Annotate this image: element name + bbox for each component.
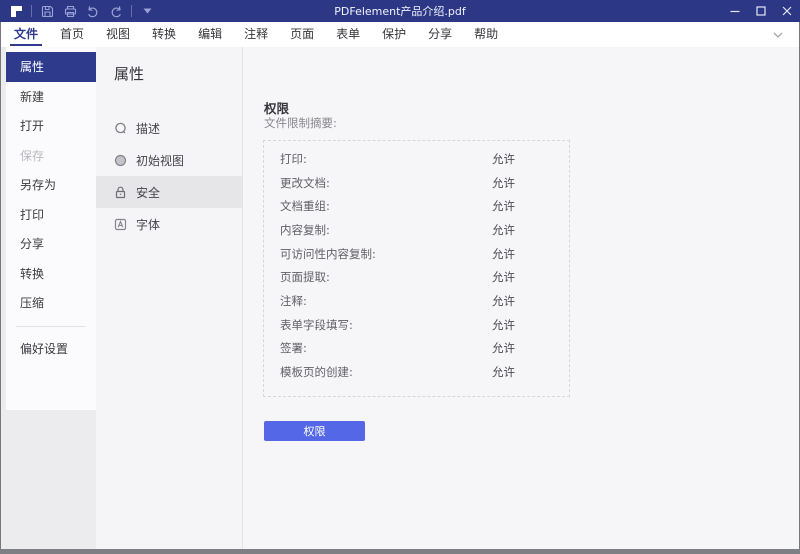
permissions-subheading: 文件限制摘要:	[264, 116, 337, 130]
description-circle-icon	[114, 122, 127, 135]
tab-initial-view[interactable]: 初始视图	[96, 144, 242, 176]
print-icon[interactable]	[62, 3, 78, 19]
permission-row-signing: 签署: 允许	[264, 337, 569, 361]
file-menu-item-open[interactable]: 打开	[6, 111, 96, 141]
undo-icon[interactable]	[85, 3, 101, 19]
permission-row-modify-document: 更改文档: 允许	[264, 171, 569, 195]
permission-value: 允许	[492, 199, 515, 214]
permission-label: 可访问性内容复制:	[280, 246, 376, 261]
menu-tab-file[interactable]: 文件	[3, 22, 49, 47]
permission-value: 允许	[492, 365, 515, 380]
file-menu-item-print[interactable]: 打印	[6, 200, 96, 230]
tab-label: 安全	[136, 185, 161, 200]
permission-value: 允许	[492, 341, 515, 356]
redo-icon[interactable]	[108, 3, 124, 19]
file-menu-item-share[interactable]: 分享	[6, 229, 96, 259]
tab-fonts[interactable]: 字体	[96, 208, 242, 240]
initial-view-circle-icon	[114, 154, 127, 167]
tab-description[interactable]: 描述	[96, 112, 242, 144]
security-content: 权限 文件限制摘要: 打印: 允许 更改文档: 允许 文档重组: 允许 内容复制…	[243, 47, 799, 549]
permission-label: 文档重组:	[280, 199, 330, 214]
close-button[interactable]	[774, 0, 800, 22]
file-menu-item-new[interactable]: 新建	[6, 82, 96, 112]
titlebar: PDFelement产品介绍.pdf	[0, 0, 800, 22]
menu-tab-help[interactable]: 帮助	[463, 22, 509, 47]
permission-label: 模板页的创建:	[280, 365, 353, 380]
menu-tab-home[interactable]: 首页	[49, 22, 95, 47]
file-menu: 属性 新建 打开 保存 另存为 打印 分享 转换 压缩 偏好设置	[6, 47, 96, 410]
menu-tab-convert[interactable]: 转换	[141, 22, 187, 47]
permission-row-page-extraction: 页面提取: 允许	[264, 265, 569, 289]
lock-icon	[114, 186, 127, 199]
permissions-summary-box: 打印: 允许 更改文档: 允许 文档重组: 允许 内容复制: 允许 可访问性内容…	[263, 140, 570, 397]
tab-label: 初始视图	[136, 153, 185, 168]
permission-label: 签署:	[280, 341, 307, 356]
permission-row-print: 打印: 允许	[264, 147, 569, 171]
permission-value: 允许	[492, 175, 515, 190]
menu-tab-comment[interactable]: 注释	[233, 22, 279, 47]
file-menu-item-properties[interactable]: 属性	[6, 52, 96, 82]
tab-label: 描述	[136, 121, 161, 136]
permission-value: 允许	[492, 270, 515, 285]
permission-value: 允许	[492, 293, 515, 308]
properties-panel: 属性 描述 初始视图 安全 字体	[96, 47, 243, 549]
permission-value: 允许	[492, 246, 515, 261]
window-controls	[722, 0, 800, 22]
tab-label: 字体	[136, 217, 161, 232]
file-menu-item-save-as[interactable]: 另存为	[6, 170, 96, 200]
file-backstage-view: 属性 新建 打开 保存 另存为 打印 分享 转换 压缩 偏好设置 属性 描述 初…	[1, 47, 799, 549]
permission-label: 内容复制:	[280, 222, 330, 237]
save-icon[interactable]	[39, 3, 55, 19]
permission-label: 打印:	[280, 151, 307, 166]
customize-toolbar-dropdown-icon[interactable]	[139, 3, 155, 19]
app-window: PDFelement产品介绍.pdf 文件 首页 视图 转换 编辑 注释 页面 …	[0, 0, 800, 554]
file-menu-item-convert[interactable]: 转换	[6, 259, 96, 289]
ribbon-collapse-chevron-icon[interactable]	[773, 32, 783, 38]
file-menu-item-compress[interactable]: 压缩	[6, 288, 96, 318]
permission-value: 允许	[492, 151, 515, 166]
permission-label: 表单字段填写:	[280, 317, 353, 332]
permission-label: 页面提取:	[280, 270, 330, 285]
permission-row-form-field-filling: 表单字段填写: 允许	[264, 313, 569, 337]
file-menu-divider	[16, 325, 86, 327]
pdfelement-logo-icon	[8, 3, 24, 19]
quick-access-toolbar	[0, 0, 155, 22]
properties-panel-title: 属性	[114, 65, 145, 83]
menu-tab-protect[interactable]: 保护	[371, 22, 417, 47]
permission-row-accessible-content-copying: 可访问性内容复制: 允许	[264, 242, 569, 266]
permission-value: 允许	[492, 317, 515, 332]
bottom-statusbar-strip	[0, 549, 800, 554]
menu-tab-share[interactable]: 分享	[417, 22, 463, 47]
file-menu-item-preferences[interactable]: 偏好设置	[6, 334, 96, 364]
file-menu-item-save: 保存	[20, 148, 45, 163]
permission-value: 允许	[492, 222, 515, 237]
menu-tab-edit[interactable]: 编辑	[187, 22, 233, 47]
permission-row-commenting: 注释: 允许	[264, 289, 569, 313]
minimize-button[interactable]	[722, 0, 748, 22]
permission-label: 更改文档:	[280, 175, 330, 190]
maximize-button[interactable]	[748, 0, 774, 22]
font-a-icon	[114, 218, 127, 231]
menu-tab-form[interactable]: 表单	[325, 22, 371, 47]
toolbar-divider	[131, 5, 132, 17]
menubar: 文件 首页 视图 转换 编辑 注释 页面 表单 保护 分享 帮助	[1, 22, 799, 47]
permission-row-content-copying: 内容复制: 允许	[264, 218, 569, 242]
permission-row-template-page-creation: 模板页的创建: 允许	[264, 360, 569, 384]
permissions-button[interactable]: 权限	[264, 421, 365, 441]
permission-label: 注释:	[280, 293, 307, 308]
properties-tabs: 描述 初始视图 安全 字体	[96, 112, 242, 240]
menu-tab-view[interactable]: 视图	[95, 22, 141, 47]
permission-row-document-assembly: 文档重组: 允许	[264, 194, 569, 218]
menu-tab-page[interactable]: 页面	[279, 22, 325, 47]
toolbar-divider	[31, 5, 32, 17]
tab-security[interactable]: 安全	[96, 176, 242, 208]
